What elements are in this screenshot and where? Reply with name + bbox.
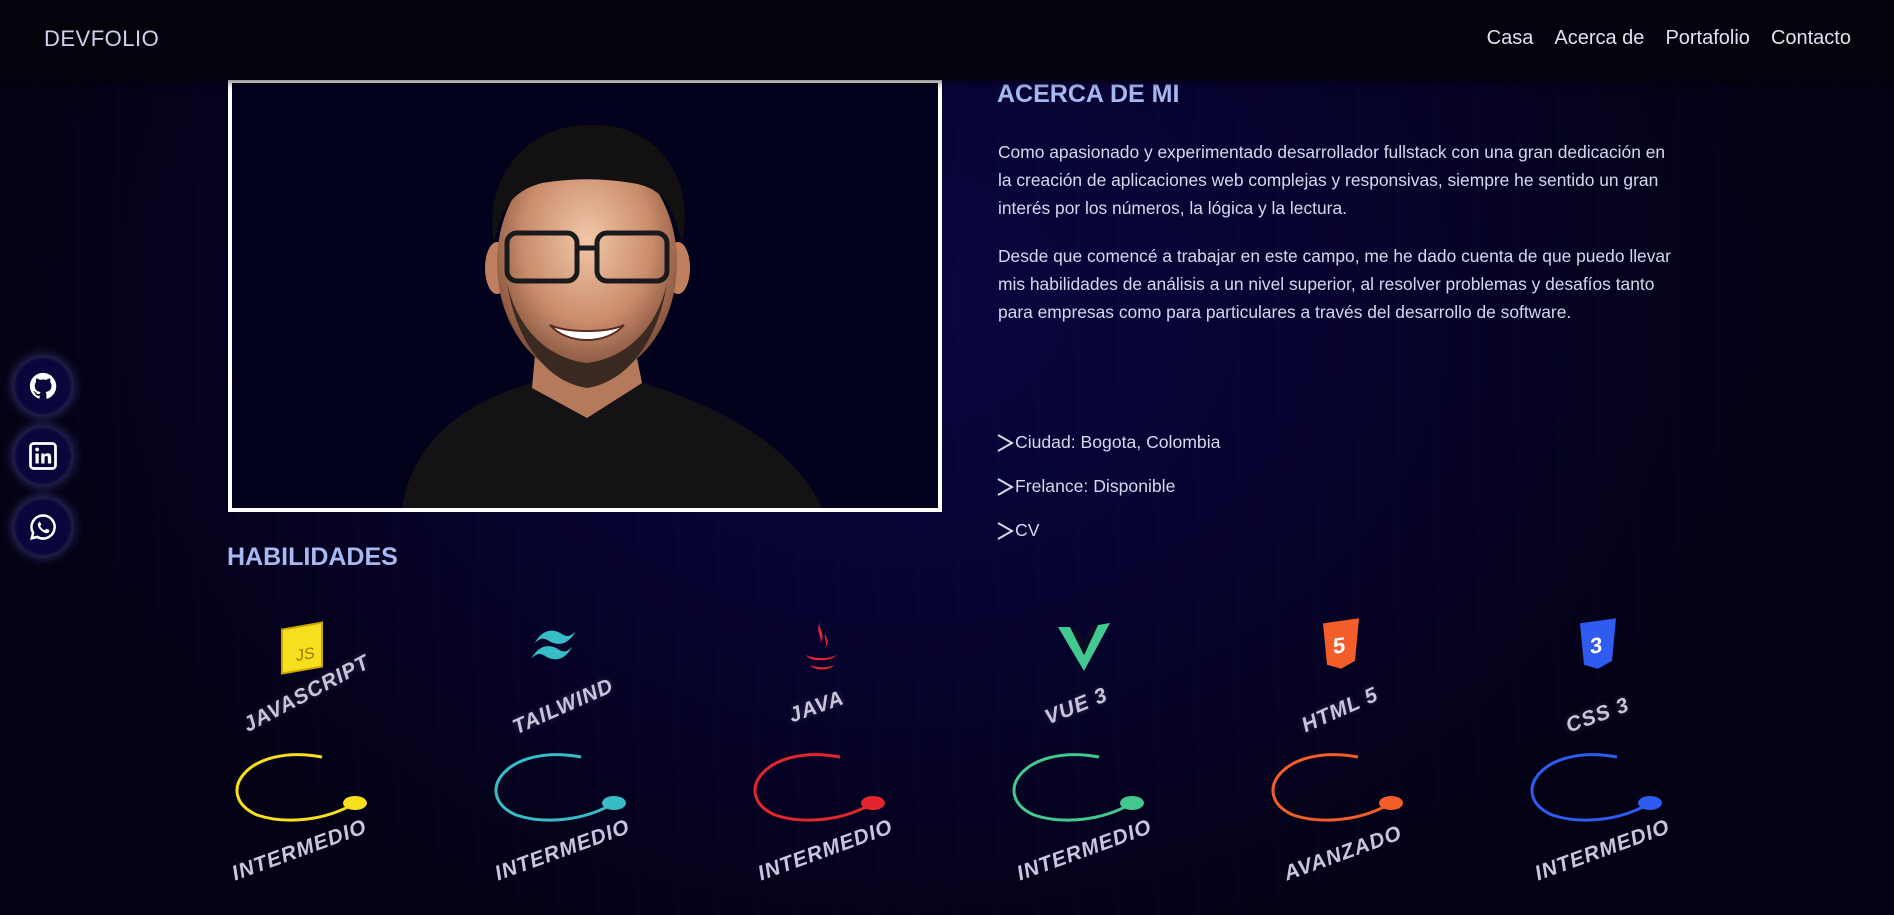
skill-progress-ring — [753, 753, 885, 822]
svg-text:3: 3 — [1590, 632, 1602, 659]
linkedin-icon — [29, 442, 57, 470]
about-paragraph-1: Como apasionado y experimentado desarrol… — [998, 142, 1666, 218]
svg-text:5: 5 — [1333, 632, 1345, 659]
nav-link-portafolio[interactable]: Portafolio — [1665, 27, 1750, 50]
skill-card-tailwind: TAILWIND INTERMEDIO — [486, 605, 686, 915]
about-title: ACERCA DE MI — [997, 80, 1180, 108]
skill-name: VUE 3 — [1041, 683, 1112, 730]
skill-name: TAILWIND — [509, 674, 618, 740]
info-city: Ciudad: Bogota, Colombia — [996, 432, 1220, 453]
about-paragraph-2: Desde que comencé a trabajar en este cam… — [998, 246, 1671, 322]
tailwind-icon — [531, 630, 576, 660]
skill-card-vue: VUE 3 INTERMEDIO — [1004, 605, 1204, 915]
whatsapp-button[interactable] — [14, 498, 72, 556]
brand-logo[interactable]: DEVFOLIO — [44, 26, 159, 52]
skill-progress-ring — [235, 753, 367, 822]
skill-level: AVANZADO — [1280, 821, 1406, 886]
javascript-icon: JS — [281, 621, 323, 675]
linkedin-button[interactable] — [14, 427, 72, 485]
github-icon — [29, 372, 57, 399]
skill-level: INTERMEDIO — [1531, 815, 1674, 886]
navbar: DEVFOLIO Casa Acerca de Portafolio Conta… — [0, 0, 1894, 80]
portrait-illustration — [232, 83, 938, 508]
skill-progress-ring — [1012, 753, 1144, 822]
chevron-right-icon — [997, 477, 1014, 496]
nav-link-acerca-de[interactable]: Acerca de — [1554, 27, 1644, 50]
nav-link-contacto[interactable]: Contacto — [1771, 27, 1851, 50]
vue-icon — [1058, 623, 1110, 671]
html5-icon: 5 — [1323, 618, 1359, 669]
java-icon — [806, 619, 836, 670]
info-cv-label[interactable]: CV — [1015, 520, 1039, 541]
github-button[interactable] — [14, 357, 72, 415]
chevron-right-icon — [997, 433, 1014, 452]
info-freelance: Frelance: Disponible — [996, 476, 1175, 497]
info-city-label: Ciudad: Bogota, Colombia — [1015, 432, 1221, 452]
skill-name: CSS 3 — [1562, 693, 1633, 738]
skill-progress-ring — [1271, 753, 1403, 822]
profile-photo — [228, 79, 942, 512]
nav-links: Casa Acerca de Portafolio Contacto — [1487, 27, 1851, 50]
whatsapp-icon — [30, 514, 56, 540]
nav-link-casa[interactable]: Casa — [1487, 27, 1534, 50]
info-freelance-label: Frelance: Disponible — [1015, 476, 1176, 496]
skill-card-java: JAVA INTERMEDIO — [745, 605, 945, 915]
skill-name: JAVA — [785, 686, 848, 728]
skill-progress-ring — [494, 753, 626, 822]
skill-name: HTML 5 — [1298, 682, 1382, 738]
page: DEVFOLIO Casa Acerca de Portafolio Conta… — [0, 0, 1894, 915]
skill-card-javascript: JS JAVASCRIPT INTERMEDIO — [227, 605, 427, 915]
skill-level: INTERMEDIO — [228, 815, 371, 886]
skill-progress-ring — [1530, 753, 1662, 822]
css3-icon: 3 — [1580, 618, 1616, 669]
skill-level: INTERMEDIO — [491, 815, 634, 886]
skills-title: HABILIDADES — [227, 543, 398, 571]
skill-card-html5: 5 HTML 5 AVANZADO — [1263, 605, 1463, 915]
skill-level: INTERMEDIO — [1013, 815, 1156, 886]
svg-text:JS: JS — [296, 644, 315, 665]
chevron-right-icon — [997, 521, 1014, 540]
skill-card-css3: 3 CSS 3 INTERMEDIO — [1522, 605, 1722, 915]
info-cv[interactable]: CV — [996, 520, 1039, 541]
skill-level: INTERMEDIO — [754, 815, 897, 886]
